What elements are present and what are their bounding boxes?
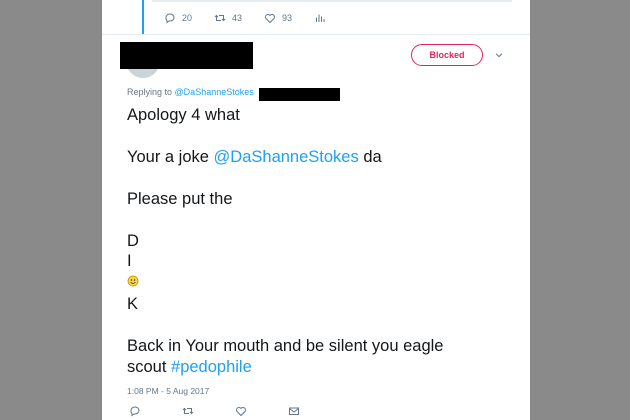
chevron-down-icon[interactable] bbox=[494, 50, 504, 60]
mention-link[interactable]: @DaShanneStokes bbox=[214, 148, 359, 166]
like-action[interactable]: 93 bbox=[264, 12, 292, 24]
replying-to: Replying to @DaShanneStokes bbox=[127, 87, 254, 97]
tweet-line-8: Back in Your mouth and be silent you eag… bbox=[127, 337, 444, 355]
retweet-action[interactable]: 43 bbox=[214, 12, 242, 24]
analytics-action[interactable] bbox=[314, 12, 332, 24]
blocked-label: Blocked bbox=[429, 50, 465, 60]
blocked-button[interactable]: Blocked bbox=[411, 44, 483, 66]
tweet-line-7: K bbox=[127, 295, 139, 313]
tweet-line-2: Your a joke @DaShanneStokes da bbox=[127, 147, 382, 167]
reply-icon bbox=[165, 13, 175, 24]
like-count: 93 bbox=[282, 13, 293, 23]
analytics-icon bbox=[316, 14, 325, 22]
previous-tweet-actions: 20 43 93 bbox=[164, 12, 354, 24]
message-icon[interactable] bbox=[288, 405, 300, 417]
tweet-card: 20 43 93 Blocked Replying to @DaShanneSt… bbox=[102, 0, 530, 420]
retweet-icon bbox=[214, 14, 226, 22]
reply-icon[interactable] bbox=[129, 405, 141, 417]
tweet-line-1: Apology 4 what bbox=[127, 106, 240, 124]
retweet-icon[interactable] bbox=[182, 405, 194, 417]
tweet-line-3: Please put the bbox=[127, 190, 233, 208]
replying-prefix: Replying to bbox=[127, 87, 173, 97]
tweet-timestamp[interactable]: 1:08 PM - 5 Aug 2017 bbox=[127, 386, 209, 396]
tweet-divider bbox=[102, 34, 530, 35]
like-icon[interactable] bbox=[235, 405, 247, 417]
tweet-line-5: I bbox=[127, 252, 132, 270]
tweet-text: Your a joke bbox=[127, 148, 214, 166]
tweet-line-9: scout #pedophile bbox=[127, 357, 252, 377]
like-icon bbox=[265, 14, 276, 24]
replying-mention[interactable]: @DaShanneStokes bbox=[175, 87, 254, 97]
tweet-line-6 bbox=[127, 272, 139, 292]
redacted-reply-handle bbox=[259, 88, 340, 101]
tweet-actions bbox=[129, 405, 341, 417]
redacted-username bbox=[120, 42, 253, 69]
reply-count: 20 bbox=[182, 13, 193, 23]
tweet-text: scout bbox=[127, 358, 172, 376]
quoted-tweet-border bbox=[152, 0, 512, 2]
tweet-text: da bbox=[358, 148, 382, 166]
retweet-count: 43 bbox=[232, 13, 243, 23]
reply-action[interactable]: 20 bbox=[164, 12, 192, 24]
smiley-emoji bbox=[127, 275, 139, 287]
hashtag-link[interactable]: #pedophile bbox=[171, 358, 252, 376]
tweet-line-4: D bbox=[127, 232, 139, 250]
thread-line bbox=[142, 0, 144, 34]
